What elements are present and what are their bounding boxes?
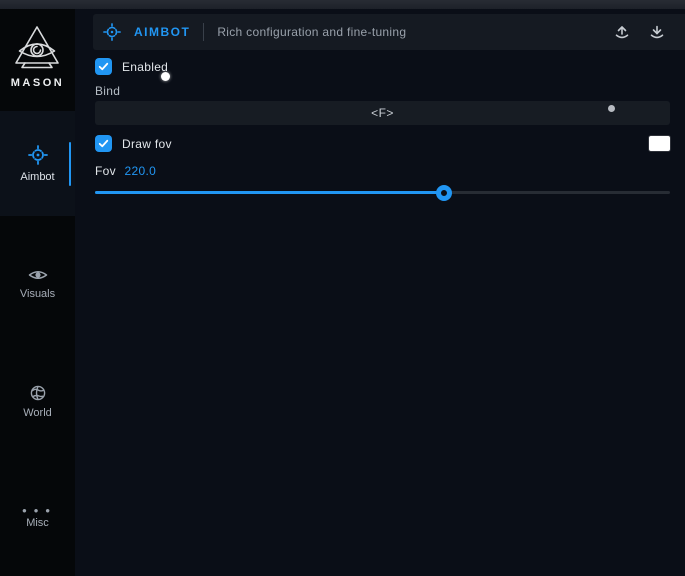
page-subtitle: Rich configuration and fine-tuning [217, 25, 406, 39]
dot-indicator [608, 105, 615, 112]
sidebar-item-world[interactable]: World [0, 382, 75, 422]
mason-eye-triangle-icon [12, 24, 62, 72]
sidebar-item-label: World [23, 407, 52, 419]
eye-icon [28, 268, 48, 282]
globe-icon [30, 385, 46, 401]
logo: MASON [11, 24, 64, 89]
sidebar-item-label: Misc [26, 517, 49, 529]
fov-value: 220.0 [125, 164, 157, 178]
fov-slider[interactable] [95, 185, 670, 201]
main-panel: AIMBOT Rich configuration and fine-tunin… [75, 9, 685, 576]
enabled-label: Enabled [122, 60, 168, 74]
sidebar-item-visuals[interactable]: Visuals [0, 264, 75, 304]
fov-label: Fov [95, 164, 116, 178]
upload-icon [613, 28, 631, 45]
draw-fov-label: Draw fov [122, 137, 172, 151]
sidebar-item-aimbot[interactable]: Aimbot [0, 111, 75, 216]
page-header: AIMBOT Rich configuration and fine-tunin… [93, 14, 685, 50]
crosshair-icon [103, 23, 121, 41]
sidebar-nav: Aimbot Visuals [0, 111, 75, 540]
active-indicator [69, 142, 71, 186]
sidebar-item-misc[interactable]: • • • Misc [0, 500, 75, 540]
bind-keybind-field[interactable]: <F> [95, 101, 670, 125]
fov-color-swatch[interactable] [649, 136, 670, 151]
sidebar: MASON Aimbot [0, 9, 75, 576]
bind-label: Bind [95, 84, 670, 98]
draw-fov-checkbox[interactable] [95, 135, 112, 152]
import-config-button[interactable] [645, 20, 669, 44]
download-icon [648, 28, 666, 45]
logo-text: MASON [11, 77, 64, 89]
sidebar-item-label: Aimbot [20, 171, 54, 183]
crosshair-icon [28, 145, 48, 165]
slider-thumb[interactable] [436, 185, 452, 201]
enabled-row: Enabled [95, 58, 670, 75]
draw-fov-row: Draw fov [95, 135, 670, 152]
slider-fill [95, 191, 444, 194]
window-top-edge [0, 0, 685, 9]
app-window: MASON Aimbot [0, 9, 685, 576]
bind-value: <F> [371, 106, 394, 120]
settings-content: Enabled Bind <F> Draw fov Fov 220.0 [75, 50, 685, 201]
export-config-button[interactable] [610, 20, 634, 44]
page-title: AIMBOT [134, 25, 190, 39]
sidebar-item-label: Visuals [20, 288, 55, 300]
fov-value-row: Fov 220.0 [95, 164, 670, 178]
divider [203, 23, 204, 41]
enabled-checkbox[interactable] [95, 58, 112, 75]
